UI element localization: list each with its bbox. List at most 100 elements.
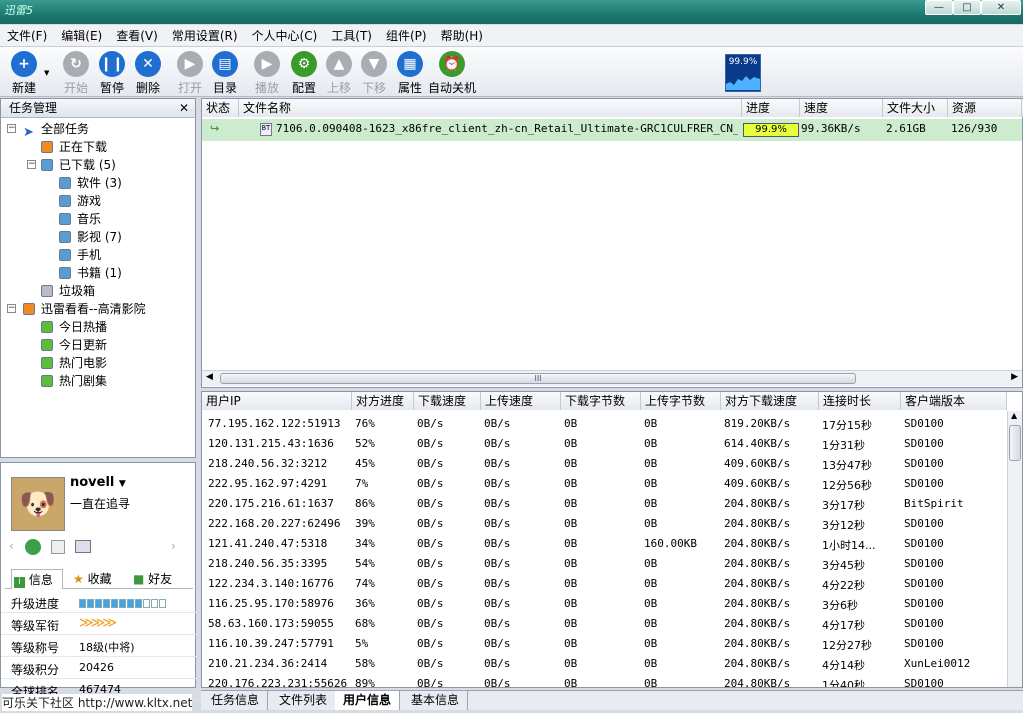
tree-item-13[interactable]: 热门电影 — [1, 354, 195, 372]
menu-item-5[interactable]: 工具(T) — [324, 25, 379, 47]
menu-item-3[interactable]: 常用设置(R) — [165, 25, 245, 47]
peer-row[interactable]: 58.63.160.173:59055 68% 0B/s 0B/s 0B 0B 204.80… — [202, 613, 1007, 633]
tab-basic-info[interactable]: 基本信息 — [403, 691, 469, 710]
toolbar-button-3[interactable]: ✕ 删除 — [130, 51, 166, 96]
tree-item-5[interactable]: 音乐 — [1, 210, 195, 228]
menu-item-4[interactable]: 个人中心(C) — [245, 25, 325, 47]
vertical-scrollbar[interactable]: ▲ — [1007, 411, 1022, 687]
column-header[interactable]: 文件大小 — [883, 99, 948, 117]
peer-row[interactable]: 77.195.162.122:51913 76% 0B/s 0B/s 0B 0B 819.2… — [202, 413, 1007, 433]
tree-item-11[interactable]: 今日热播 — [1, 318, 195, 336]
toolbar-button-11[interactable]: ⏰ 自动关机 — [428, 51, 476, 96]
tab-task-info[interactable]: 任务信息 — [203, 691, 269, 710]
column-header[interactable]: 状态 — [202, 99, 239, 117]
menu-item-2[interactable]: 查看(V) — [109, 25, 165, 47]
tab-user-info[interactable]: 用户信息 — [335, 691, 401, 710]
toolbar-button-2[interactable]: ❙❙ 暂停 — [94, 51, 130, 96]
toolbar-button-5[interactable]: ▤ 目录 — [207, 51, 243, 96]
scroll-up-icon[interactable]: ▲ — [1011, 411, 1017, 420]
column-header[interactable]: 客户端版本 — [901, 392, 1007, 410]
column-header[interactable]: 下载速度 — [414, 392, 481, 410]
tree-item-1[interactable]: 正在下载 — [1, 138, 195, 156]
tree-item-4[interactable]: 游戏 — [1, 192, 195, 210]
toolbar-button-8[interactable]: ▲ 上移 — [321, 51, 357, 96]
column-header[interactable]: 速度 — [800, 99, 883, 117]
toolbar-button-6[interactable]: ▶ 播放 — [249, 51, 285, 96]
new-dropdown-icon[interactable]: ▼ — [44, 69, 49, 77]
tree-item-6[interactable]: 影视 (7) — [1, 228, 195, 246]
avatar[interactable]: 🐶 — [11, 477, 65, 531]
toolbar-button-7[interactable]: ⚙ 配置 — [286, 51, 322, 96]
chevron-left-icon[interactable]: ‹ — [9, 539, 14, 553]
tree-item-14[interactable]: 热门剧集 — [1, 372, 195, 390]
peer-cell: 116.25.95.170:58976 — [208, 597, 334, 610]
user-name[interactable]: novell ▼ — [70, 475, 126, 490]
column-header[interactable]: 对方下载速度 — [721, 392, 819, 410]
tree-item-10[interactable]: − 迅雷看看--高清影院 — [1, 300, 195, 318]
globe-icon[interactable] — [25, 539, 41, 555]
toolbar-button-4[interactable]: ▶ 打开 — [172, 51, 208, 96]
peer-row[interactable]: 222.95.162.97:4291 7% 0B/s 0B/s 0B 0B 409.60KB… — [202, 473, 1007, 493]
progress-segment — [159, 599, 166, 608]
tab-file-list[interactable]: 文件列表 — [271, 691, 337, 710]
tree-item-7[interactable]: 手机 — [1, 246, 195, 264]
peer-row[interactable]: 220.175.216.61:1637 86% 0B/s 0B/s 0B 0B 204.80… — [202, 493, 1007, 513]
scroll-right-icon[interactable]: ▶ — [1011, 372, 1018, 382]
menu-item-7[interactable]: 帮助(H) — [434, 25, 490, 47]
peer-row[interactable]: 122.234.3.140:16776 74% 0B/s 0B/s 0B 0B 204.80… — [202, 573, 1007, 593]
close-panel-icon[interactable]: ✕ — [179, 99, 189, 118]
peer-cell: 89% — [355, 677, 375, 688]
tree-item-3[interactable]: 软件 (3) — [1, 174, 195, 192]
tab-friends[interactable]: ■ 好友 — [131, 569, 172, 589]
tree-item-2[interactable]: − 已下载 (5) — [1, 156, 195, 174]
scrollbar-thumb[interactable] — [1009, 425, 1021, 461]
peer-row[interactable]: 220.176.223.231:55626 89% 0B/s 0B/s 0B 0B 204.… — [202, 673, 1007, 688]
toolbar-button-10[interactable]: ▦ 属性 — [392, 51, 428, 96]
peer-row[interactable]: 121.41.240.47:5318 34% 0B/s 0B/s 0B 160.00KB 2… — [202, 533, 1007, 553]
menu-item-0[interactable]: 文件(F) — [0, 25, 54, 47]
column-header[interactable]: 上传字节数 — [641, 392, 721, 410]
peer-row[interactable]: 218.240.56.32:3212 45% 0B/s 0B/s 0B 0B 409.60K… — [202, 453, 1007, 473]
peer-row[interactable]: 116.25.95.170:58976 36% 0B/s 0B/s 0B 0B 204.80… — [202, 593, 1007, 613]
tab-info[interactable]: i 信息 — [11, 569, 63, 589]
column-header[interactable]: 连接时长 — [819, 392, 901, 410]
task-row[interactable]: ↪ BT 7106.0.090408-1623_x86fre_client_zh… — [202, 119, 1022, 141]
horizontal-scrollbar[interactable]: ◀ III ▶ — [202, 370, 1022, 386]
peer-row[interactable]: 218.240.56.35:3395 54% 0B/s 0B/s 0B 0B 204.80K… — [202, 553, 1007, 573]
peer-row[interactable]: 116.10.39.247:57791 5% 0B/s 0B/s 0B 0B 204.80K… — [202, 633, 1007, 653]
grid-icon[interactable] — [51, 540, 65, 554]
toolbar-button-1[interactable]: ↻ 开始 — [58, 51, 94, 96]
scroll-left-icon[interactable]: ◀ — [206, 372, 213, 382]
scrollbar-thumb[interactable]: III — [220, 373, 856, 384]
collapse-icon[interactable]: − — [27, 160, 36, 169]
minimize-button[interactable]: — — [925, 0, 953, 15]
column-header[interactable]: 上传速度 — [481, 392, 561, 410]
peer-row[interactable]: 120.131.215.43:1636 52% 0B/s 0B/s 0B 0B 614.40… — [202, 433, 1007, 453]
column-header[interactable]: 下载字节数 — [561, 392, 641, 410]
column-header[interactable]: 用户IP — [202, 392, 352, 410]
peer-row[interactable]: 222.168.20.227:62496 39% 0B/s 0B/s 0B 0B 204.8… — [202, 513, 1007, 533]
tree-item-8[interactable]: 书籍 (1) — [1, 264, 195, 282]
collapse-icon[interactable]: − — [7, 124, 16, 133]
toolbar-button-9[interactable]: ▼ 下移 — [356, 51, 392, 96]
tree-item-12[interactable]: 今日更新 — [1, 336, 195, 354]
menu-item-6[interactable]: 组件(P) — [379, 25, 434, 47]
speed-graph[interactable]: 99.9% — [725, 54, 761, 92]
chevron-right-icon[interactable]: › — [171, 539, 176, 553]
close-button[interactable]: ✕ — [981, 0, 1021, 15]
maximize-button[interactable]: □ — [953, 0, 981, 15]
collapse-icon[interactable]: − — [7, 304, 16, 313]
task-manager-panel: 任务管理 ✕ − ➤ 全部任务 正在下载 − 已下载 (5) 软件 (3) 游戏 音乐 影视 (7… — [0, 98, 196, 458]
peer-row[interactable]: 210.21.234.36:2414 58% 0B/s 0B/s 0B 0B 204.80K… — [202, 653, 1007, 673]
tv-icon[interactable] — [75, 540, 91, 553]
tree-item-0[interactable]: − ➤ 全部任务 — [1, 120, 195, 139]
column-header[interactable]: 资源 — [948, 99, 1022, 117]
column-header[interactable]: 对方进度 — [352, 392, 414, 410]
menu-item-1[interactable]: 编辑(E) — [54, 25, 109, 47]
tree-item-9[interactable]: 垃圾箱 — [1, 282, 195, 300]
toolbar-label: 属性 — [397, 81, 422, 95]
tab-favorites[interactable]: ★ 收藏 — [71, 569, 112, 589]
column-header[interactable]: 文件名称 — [239, 99, 742, 117]
toolbar-button-0[interactable]: + 新建 — [6, 51, 42, 96]
column-header[interactable]: 进度 — [742, 99, 800, 117]
